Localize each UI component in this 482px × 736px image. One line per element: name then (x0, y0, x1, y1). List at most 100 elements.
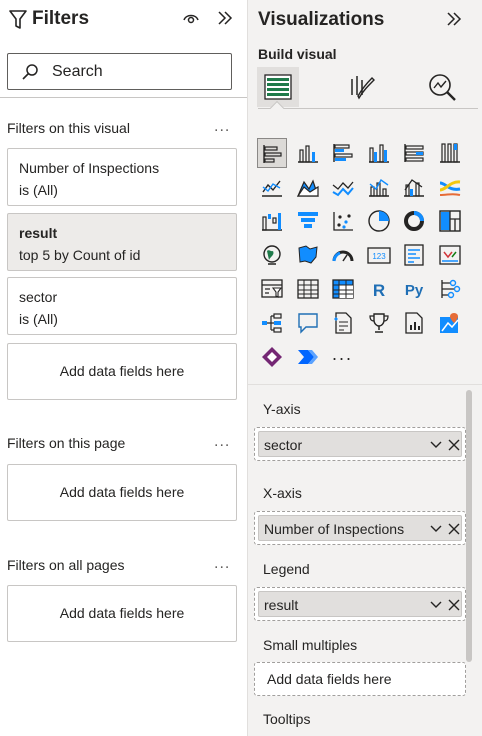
filters-on-visual-label: Filters on this visual (7, 120, 130, 136)
x-axis-field-name: Number of Inspections (264, 521, 405, 537)
y-axis-label: Y-axis (263, 401, 301, 417)
metrics-trophy-icon[interactable] (364, 308, 394, 338)
x-axis-label: X-axis (263, 485, 302, 501)
legend-field-pill[interactable]: result (258, 591, 462, 617)
small-multiples-well[interactable]: Add data fields here (254, 662, 466, 696)
y-axis-well[interactable]: sector (254, 427, 466, 461)
python-visual-icon[interactable]: Py (399, 274, 429, 304)
build-visual-label: Build visual (258, 46, 337, 62)
chevron-down-icon[interactable] (429, 438, 443, 452)
ribbon-chart-icon[interactable] (435, 172, 465, 202)
gauge-icon[interactable] (328, 240, 358, 270)
remove-field-icon[interactable] (448, 598, 460, 612)
filter-card-state: is (All) (19, 311, 58, 327)
fields-grid-icon (264, 74, 292, 100)
tooltips-label: Tooltips (263, 711, 311, 727)
filter-card-state: top 5 by Count of id (19, 247, 141, 263)
filter-card-field: sector (19, 289, 58, 305)
analytics-tab[interactable] (420, 67, 462, 107)
stacked-area-chart-icon[interactable] (328, 172, 358, 202)
visual-filters-drop-zone[interactable]: Add data fields here (7, 343, 237, 400)
filters-title: Filters (32, 8, 90, 29)
r-script-visual-icon[interactable]: R (364, 274, 394, 304)
filters-on-page-label: Filters on this page (7, 435, 126, 451)
py-label: Py (405, 282, 424, 299)
filter-card-result[interactable]: result top 5 by Count of id (7, 213, 237, 271)
paginated-report-icon[interactable] (399, 308, 429, 338)
power-apps-icon[interactable] (257, 342, 287, 372)
wells-divider (248, 384, 482, 385)
treemap-icon[interactable] (435, 206, 465, 236)
100-stacked-bar-chart-icon[interactable] (399, 138, 429, 168)
smart-narrative-icon[interactable] (328, 308, 358, 338)
filter-card-field: result (19, 225, 58, 241)
filters-pane: Filters Search Filters on this visual ..… (0, 0, 247, 736)
clustered-column-chart-icon[interactable] (364, 138, 394, 168)
filters-divider (0, 97, 247, 98)
small-multiples-placeholder: Add data fields here (267, 671, 392, 687)
funnel-chart-icon[interactable] (293, 206, 323, 236)
line-and-stacked-column-icon[interactable] (364, 172, 394, 202)
area-chart-icon[interactable] (293, 172, 323, 202)
x-axis-field-pill[interactable]: Number of Inspections (258, 515, 462, 541)
key-influencers-icon[interactable] (435, 274, 465, 304)
filters-on-page-more-button[interactable]: ... (214, 433, 230, 451)
legend-well[interactable]: result (254, 587, 466, 621)
tabs-underline (258, 108, 478, 109)
slicer-icon[interactable] (257, 274, 287, 304)
visualizations-pane: Visualizations Build visual 123 R Py ...… (248, 0, 482, 736)
decomposition-tree-icon[interactable] (257, 308, 287, 338)
qa-visual-icon[interactable] (293, 308, 323, 338)
filter-card-number-of-inspections[interactable]: Number of Inspections is (All) (7, 148, 237, 206)
format-visual-tab[interactable] (340, 67, 382, 107)
100-stacked-column-chart-icon[interactable] (435, 138, 465, 168)
filters-on-visual-more-button[interactable]: ... (214, 118, 230, 136)
x-axis-well[interactable]: Number of Inspections (254, 511, 466, 545)
collapse-visualizations-icon[interactable] (445, 10, 463, 33)
multi-row-card-icon[interactable] (399, 240, 429, 270)
waterfall-chart-icon[interactable] (257, 206, 287, 236)
wells-scrollbar[interactable] (466, 390, 472, 662)
stacked-column-chart-icon[interactable] (293, 138, 323, 168)
filter-card-sector[interactable]: sector is (All) (7, 277, 237, 335)
y-axis-field-name: sector (264, 437, 303, 453)
legend-field-name: result (264, 597, 299, 613)
map-icon[interactable] (257, 240, 287, 270)
kpi-icon[interactable] (435, 240, 465, 270)
search-icon (22, 64, 38, 80)
page-filters-drop-zone[interactable]: Add data fields here (7, 464, 237, 521)
table-icon[interactable] (293, 274, 323, 304)
filter-search-input[interactable]: Search (7, 53, 232, 90)
card-icon[interactable]: 123 (364, 240, 394, 270)
legend-label: Legend (263, 561, 310, 577)
small-multiples-label: Small multiples (263, 637, 358, 653)
line-chart-icon[interactable] (257, 172, 287, 202)
chevron-down-icon[interactable] (429, 522, 443, 536)
filters-on-all-pages-label: Filters on all pages (7, 557, 125, 573)
stacked-bar-chart-icon[interactable] (257, 138, 287, 168)
scatter-chart-icon[interactable] (328, 206, 358, 236)
filled-map-icon[interactable] (293, 240, 323, 270)
azure-map-icon[interactable] (435, 308, 465, 338)
more-visuals-button[interactable]: ... (332, 344, 353, 365)
matrix-icon[interactable] (328, 274, 358, 304)
filters-on-all-pages-more-button[interactable]: ... (214, 555, 230, 573)
power-automate-icon[interactable] (293, 342, 323, 372)
filter-card-field: Number of Inspections (19, 160, 160, 176)
visualizations-title: Visualizations (258, 9, 385, 30)
line-and-clustered-column-icon[interactable] (399, 172, 429, 202)
collapse-filters-icon[interactable] (216, 9, 234, 32)
chevron-down-icon[interactable] (429, 598, 443, 612)
remove-field-icon[interactable] (448, 522, 460, 536)
donut-chart-icon[interactable] (399, 206, 429, 236)
y-axis-field-pill[interactable]: sector (258, 431, 462, 457)
search-placeholder: Search (52, 63, 103, 80)
filter-funnel-icon (9, 10, 27, 35)
filter-card-state: is (All) (19, 182, 58, 198)
clustered-bar-chart-icon[interactable] (328, 138, 358, 168)
pie-chart-icon[interactable] (364, 206, 394, 236)
all-pages-filters-drop-zone[interactable]: Add data fields here (7, 585, 237, 642)
eye-icon[interactable] (182, 9, 200, 32)
remove-field-icon[interactable] (448, 438, 460, 452)
format-brush-icon (351, 76, 375, 100)
